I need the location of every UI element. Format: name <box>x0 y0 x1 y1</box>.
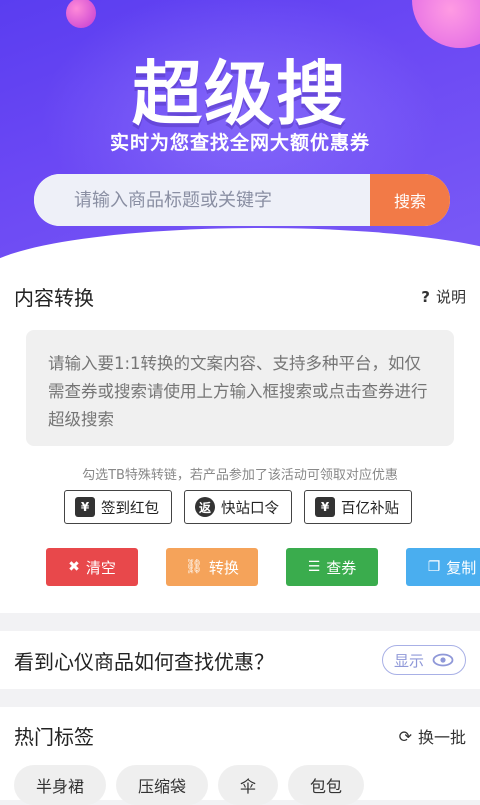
hero-banner: 超级搜 实时为您查找全网大额优惠券 搜索 <box>0 0 480 285</box>
option-label: 快站口令 <box>221 500 279 517</box>
tag-list: 半身裙 压缩袋 伞 包包 <box>14 765 365 805</box>
copy-button[interactable]: ❐ 复制 <box>406 548 480 586</box>
section-title: 热门标签 <box>14 725 94 749</box>
convert-button[interactable]: ⛓ 转换 <box>166 548 258 586</box>
content-convert-card: 内容转换 ? 说明 勾选TB特殊转链，若产品参加了该活动可领取对应优惠 ¥ 签到… <box>0 268 480 613</box>
show-button[interactable]: 显示 <box>382 645 466 675</box>
check-coupon-button[interactable]: ☰ 查券 <box>286 548 378 586</box>
refresh-icon: ⟳ <box>398 726 412 746</box>
action-label: 清空 <box>85 558 116 577</box>
option-subsidy[interactable]: ¥ 百亿补贴 <box>304 490 412 524</box>
question-icon: ? <box>421 287 430 306</box>
tag-item[interactable]: 包包 <box>288 765 365 805</box>
clear-button[interactable]: ✖ 清空 <box>46 548 138 586</box>
option-label: 百亿补贴 <box>341 500 399 517</box>
hero-title: 超级搜 <box>132 53 348 135</box>
search-input[interactable] <box>34 174 370 226</box>
option-sign-red-packet[interactable]: ¥ 签到红包 <box>64 490 172 524</box>
action-label: 查券 <box>326 558 357 577</box>
tag-item[interactable]: 半身裙 <box>14 765 107 805</box>
special-link-hint: 勾选TB特殊转链，若产品参加了该活动可领取对应优惠 <box>82 468 398 483</box>
option-kuaizhan-code[interactable]: 返 快站口令 <box>184 490 292 524</box>
help-link[interactable]: ? 说明 <box>421 286 466 307</box>
search-list-icon: ☰ <box>307 559 321 575</box>
search-button[interactable]: 搜索 <box>370 174 450 226</box>
help-label: 说明 <box>435 288 466 306</box>
clear-icon: ✖ <box>68 559 80 575</box>
refresh-label: 换一批 <box>417 728 466 747</box>
action-label: 转换 <box>208 558 239 577</box>
eye-icon <box>432 653 454 667</box>
copy-icon: ❐ <box>427 559 441 575</box>
action-label: 复制 <box>446 558 477 577</box>
hot-tags-card: 热门标签 ⟳ 换一批 半身裙 压缩袋 伞 包包 <box>0 707 480 805</box>
how-to-find-card: 看到心仪商品如何查找优惠？ 显示 <box>0 631 480 689</box>
convert-textarea[interactable] <box>26 330 454 446</box>
hero-subtitle: 实时为您查找全网大额优惠券 <box>109 132 370 154</box>
refresh-button[interactable]: ⟳ 换一批 <box>399 724 466 748</box>
decor-ball <box>66 0 96 28</box>
link-icon: ⛓ <box>185 559 203 575</box>
search-bar: 搜索 <box>34 174 450 226</box>
question-text: 看到心仪商品如何查找优惠？ <box>14 650 274 674</box>
option-label: 签到红包 <box>101 500 159 517</box>
tag-item[interactable]: 压缩袋 <box>116 765 209 805</box>
tag-item[interactable]: 伞 <box>218 765 279 805</box>
return-icon: 返 <box>195 497 215 517</box>
option-chips: ¥ 签到红包 返 快站口令 ¥ 百亿补贴 <box>64 490 412 524</box>
subsidy-icon: ¥ <box>315 497 335 517</box>
show-label: 显示 <box>393 651 424 670</box>
section-title: 内容转换 <box>14 286 94 310</box>
gift-icon: ¥ <box>75 497 95 517</box>
action-buttons: ✖ 清空 ⛓ 转换 ☰ 查券 ❐ 复制 <box>46 548 480 586</box>
